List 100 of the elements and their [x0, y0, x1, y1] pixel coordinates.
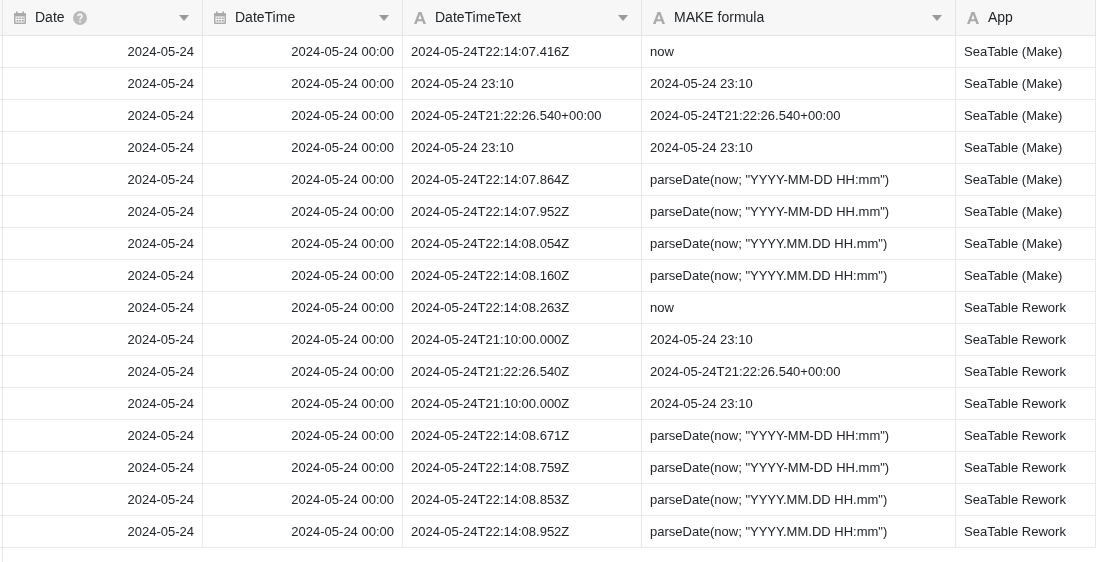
- table-cell: 2024-05-24T22:14:07.416Z: [403, 36, 642, 68]
- table-cell: 2024-05-24T21:22:26.540+00:00: [642, 100, 956, 132]
- table-cell: 2024-05-24T22:14:08.263Z: [403, 292, 642, 324]
- table-cell: 2024-05-24 23:10: [642, 132, 956, 164]
- table-cell: 2024-05-24: [3, 68, 203, 100]
- table-cell: SeaTable Rework: [956, 292, 1096, 324]
- table-cell: parseDate(now; "YYYY-MM-DD HH.mm"): [642, 196, 956, 228]
- text-type-icon: [652, 10, 666, 25]
- table-cell: 2024-05-24 00:00: [203, 164, 403, 196]
- calendar-icon: [13, 10, 27, 25]
- table-cell: 2024-05-24: [3, 484, 203, 516]
- table-cell: 2024-05-24 00:00: [203, 196, 403, 228]
- table-cell: SeaTable (Make): [956, 68, 1096, 100]
- text-type-icon: [413, 10, 427, 25]
- column-header[interactable]: App: [956, 0, 1096, 36]
- table-cell: SeaTable (Make): [956, 36, 1096, 68]
- table-cell: 2024-05-24 00:00: [203, 68, 403, 100]
- table-cell: 2024-05-24 23:10: [403, 132, 642, 164]
- table-cell: SeaTable Rework: [956, 420, 1096, 452]
- table-cell: SeaTable (Make): [956, 100, 1096, 132]
- text-type-icon: [966, 10, 980, 25]
- table-cell: SeaTable Rework: [956, 484, 1096, 516]
- column-header[interactable]: DateTime: [203, 0, 403, 36]
- table-cell: SeaTable (Make): [956, 196, 1096, 228]
- table-cell: 2024-05-24T21:22:26.540+00:00: [403, 100, 642, 132]
- table-cell: SeaTable (Make): [956, 260, 1096, 292]
- column-header[interactable]: DateTimeText: [403, 0, 642, 36]
- table-cell: 2024-05-24 00:00: [203, 420, 403, 452]
- table-cell: 2024-05-24T22:14:08.759Z: [403, 452, 642, 484]
- table-cell: 2024-05-24 00:00: [203, 356, 403, 388]
- table-cell: parseDate(now; "YYYY.MM.DD HH.mm"): [642, 228, 956, 260]
- table-cell: 2024-05-24 00:00: [203, 484, 403, 516]
- table-cell: 2024-05-24 23:10: [403, 68, 642, 100]
- table-cell: 2024-05-24: [3, 196, 203, 228]
- calendar-icon: [213, 10, 227, 25]
- help-icon[interactable]: [72, 10, 87, 25]
- table-cell: parseDate(now; "YYYY.MM.DD HH:mm"): [642, 260, 956, 292]
- table-cell: 2024-05-24 00:00: [203, 132, 403, 164]
- table-cell: SeaTable Rework: [956, 324, 1096, 356]
- table-cell: 2024-05-24: [3, 260, 203, 292]
- table-cell: parseDate(now; "YYYY-MM-DD HH:mm"): [642, 420, 956, 452]
- column-title: DateTime: [235, 8, 296, 27]
- dropdown-caret-icon[interactable]: [932, 14, 942, 21]
- dropdown-caret-icon[interactable]: [379, 14, 389, 21]
- table-cell: now: [642, 292, 956, 324]
- table-cell: 2024-05-24 23:10: [642, 388, 956, 420]
- table-cell: 2024-05-24: [3, 324, 203, 356]
- table-cell: SeaTable Rework: [956, 356, 1096, 388]
- table-cell: parseDate(now; "YYYY.MM.DD HH:mm"): [642, 516, 956, 548]
- table-cell: 2024-05-24T21:22:26.540Z: [403, 356, 642, 388]
- table-cell: 2024-05-24 00:00: [203, 452, 403, 484]
- table-cell: SeaTable (Make): [956, 228, 1096, 260]
- table-cell: 2024-05-24: [3, 420, 203, 452]
- table-cell: 2024-05-24: [3, 452, 203, 484]
- table-cell: 2024-05-24: [3, 164, 203, 196]
- table-cell: 2024-05-24: [3, 388, 203, 420]
- dropdown-caret-icon[interactable]: [618, 14, 628, 21]
- table-cell: 2024-05-24T22:14:08.853Z: [403, 484, 642, 516]
- table-cell: 2024-05-24T22:14:07.952Z: [403, 196, 642, 228]
- table-cell: 2024-05-24 00:00: [203, 100, 403, 132]
- table-cell: 2024-05-24: [3, 516, 203, 548]
- column-header[interactable]: Date: [3, 0, 203, 36]
- table-cell: parseDate(now; "YYYY.MM.DD HH.mm"): [642, 484, 956, 516]
- table-cell: 2024-05-24T22:14:08.160Z: [403, 260, 642, 292]
- column-title: Date: [35, 8, 65, 27]
- table-cell: 2024-05-24T22:14:08.952Z: [403, 516, 642, 548]
- table-cell: 2024-05-24 00:00: [203, 228, 403, 260]
- table-cell: 2024-05-24: [3, 132, 203, 164]
- table-cell: 2024-05-24 00:00: [203, 36, 403, 68]
- table-cell: 2024-05-24: [3, 356, 203, 388]
- table-cell: 2024-05-24 00:00: [203, 292, 403, 324]
- table-cell: 2024-05-24: [3, 228, 203, 260]
- table-cell: SeaTable Rework: [956, 452, 1096, 484]
- table-cell: 2024-05-24 23:10: [642, 68, 956, 100]
- table-cell: 2024-05-24T21:10:00.000Z: [403, 324, 642, 356]
- table-cell: 2024-05-24 23:10: [642, 324, 956, 356]
- table-cell: 2024-05-24 00:00: [203, 260, 403, 292]
- column-title: DateTimeText: [435, 8, 521, 27]
- dropdown-caret-icon[interactable]: [179, 14, 189, 21]
- table-cell: SeaTable (Make): [956, 164, 1096, 196]
- table-cell: SeaTable Rework: [956, 388, 1096, 420]
- column-title: App: [988, 8, 1013, 27]
- table-cell: SeaTable Rework: [956, 516, 1096, 548]
- table-cell: 2024-05-24: [3, 292, 203, 324]
- table-cell: 2024-05-24T22:14:08.671Z: [403, 420, 642, 452]
- table-cell: parseDate(now; "YYYY-MM-DD HH.mm"): [642, 452, 956, 484]
- table-cell: 2024-05-24 00:00: [203, 516, 403, 548]
- column-header[interactable]: MAKE formula: [642, 0, 956, 36]
- table-cell: 2024-05-24 00:00: [203, 324, 403, 356]
- table-cell: 2024-05-24: [3, 36, 203, 68]
- table-cell: 2024-05-24 00:00: [203, 388, 403, 420]
- column-title: MAKE formula: [674, 8, 765, 27]
- table-cell: 2024-05-24T22:14:08.054Z: [403, 228, 642, 260]
- table-cell: now: [642, 36, 956, 68]
- table-cell: 2024-05-24T22:14:07.864Z: [403, 164, 642, 196]
- table-cell: SeaTable (Make): [956, 132, 1096, 164]
- table-cell: 2024-05-24: [3, 100, 203, 132]
- table-cell: 2024-05-24T21:10:00.000Z: [403, 388, 642, 420]
- table-cell: 2024-05-24T21:22:26.540+00:00: [642, 356, 956, 388]
- table-cell: parseDate(now; "YYYY-MM-DD HH:mm"): [642, 164, 956, 196]
